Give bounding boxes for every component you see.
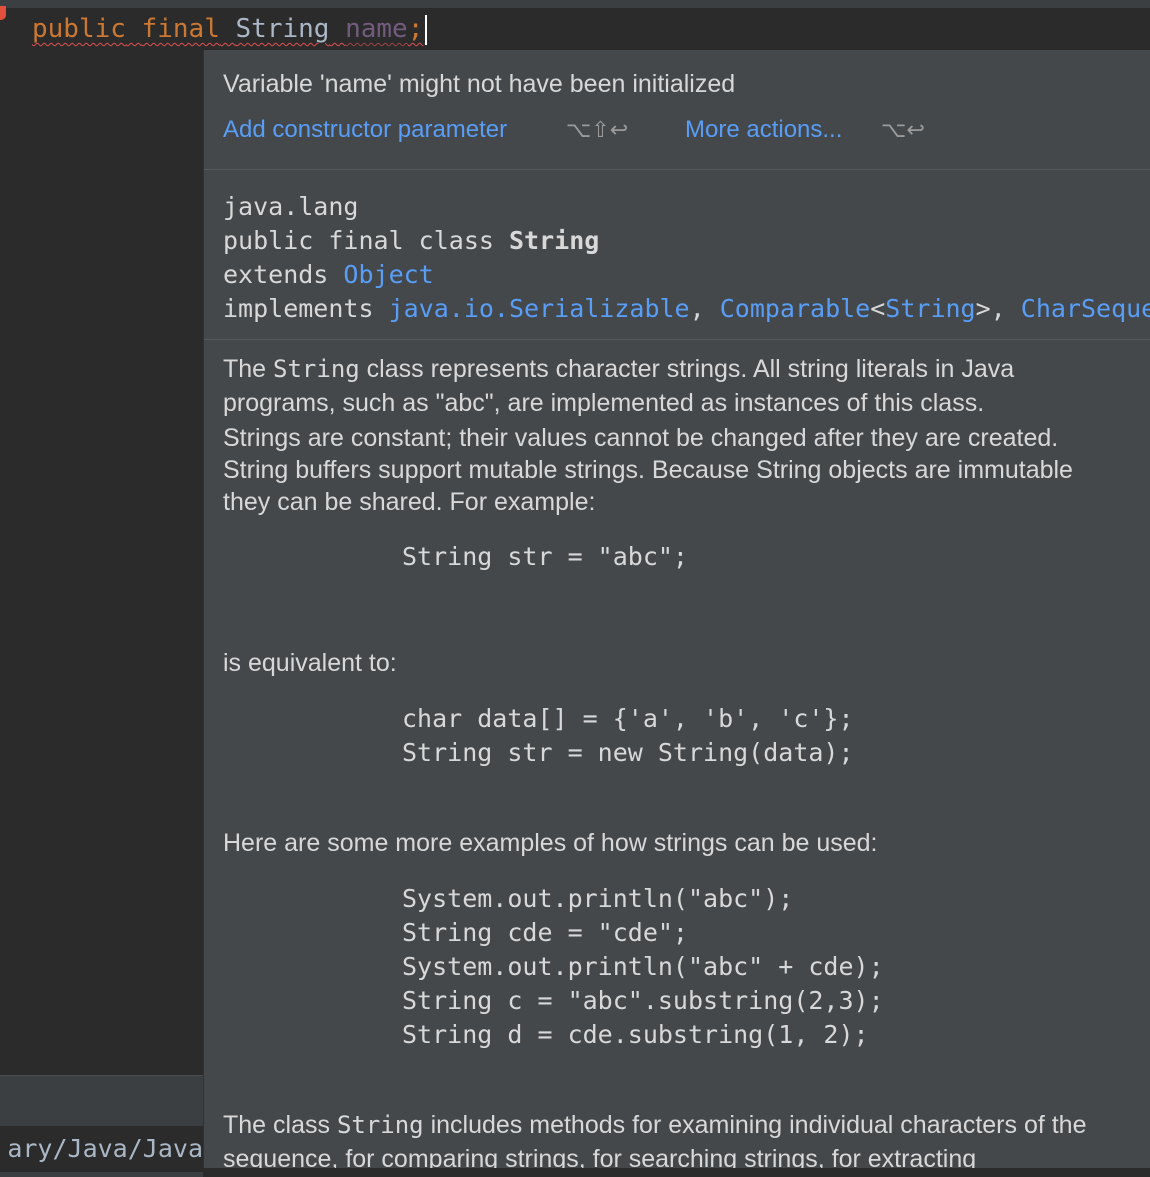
doc-text: class represents character strings. All … <box>359 355 1015 383</box>
doc-paragraph: The String class represents character st… <box>223 352 1150 386</box>
type-name: String <box>235 14 330 44</box>
superclass-link[interactable]: Object <box>343 260 433 289</box>
class-modifiers: public final class <box>223 226 509 255</box>
error-marker-icon[interactable] <box>0 6 6 20</box>
doc-line: sequence, for comparing strings, for sea… <box>223 1145 977 1168</box>
doc-line: is equivalent to: <box>223 649 397 677</box>
field-name: name <box>345 14 408 44</box>
code-line: char data[] = {'a', 'b', 'c'}; <box>402 704 854 733</box>
more-actions-link[interactable]: More actions... <box>685 116 842 144</box>
type-close: >, <box>975 294 1021 323</box>
code-example: char data[] = {'a', 'b', 'c'}; String st… <box>402 702 1150 770</box>
file-path-label: ary/Java/Java <box>0 1126 203 1172</box>
code-example: System.out.println("abc"); String cde = … <box>402 882 1150 1052</box>
doc-paragraph: The class String includes methods for ex… <box>223 1108 1150 1142</box>
text-caret <box>425 14 428 45</box>
code-line: System.out.println("abc" + cde); <box>402 952 884 981</box>
semicolon: ; <box>407 14 424 44</box>
separator: , <box>689 294 720 323</box>
doc-code-inline: String <box>273 355 360 383</box>
doc-line: programs, such as "abc", are implemented… <box>223 389 985 417</box>
add-constructor-parameter-link[interactable]: Add constructor parameter <box>223 116 507 144</box>
string-type-param-link[interactable]: String <box>885 294 975 323</box>
type-open: < <box>870 294 886 323</box>
code-text[interactable]: public final String name; <box>32 8 428 50</box>
editor-top-strip <box>0 0 1150 8</box>
code-line: String cde = "cde"; <box>402 918 688 947</box>
extends-keyword: extends <box>223 260 344 289</box>
code-line: String d = cde.substring(1, 2); <box>402 1020 869 1049</box>
doc-line: they can be shared. For example: <box>223 488 596 516</box>
serializable-link[interactable]: java.io.Serializable <box>389 294 690 323</box>
charsequence-link[interactable]: CharSequence <box>1021 294 1150 323</box>
doc-line: Strings are constant; their values canno… <box>223 424 1059 452</box>
documentation-body: The String class represents character st… <box>223 352 1150 1168</box>
class-declaration: java.lang public final class String exte… <box>223 190 1150 326</box>
doc-code-inline: String <box>336 1111 424 1139</box>
package-name: java.lang <box>223 192 359 221</box>
code-line: String str = "abc"; <box>402 542 688 571</box>
doc-text: The <box>223 355 274 383</box>
add-constructor-parameter-shortcut: ⌥⇧↩ <box>566 118 629 143</box>
doc-text: The class <box>223 1111 337 1139</box>
implements-keyword: implements <box>223 294 389 323</box>
divider <box>204 339 1150 340</box>
keyword-public: public <box>32 14 126 44</box>
inspection-header: Variable 'name' might not have been init… <box>204 50 1150 170</box>
quick-documentation-popup[interactable]: Variable 'name' might not have been init… <box>203 50 1150 1168</box>
keyword-final: final <box>141 14 220 44</box>
class-name: String <box>508 226 600 255</box>
doc-line: Here are some more examples of how strin… <box>223 829 878 857</box>
more-actions-shortcut: ⌥↩ <box>881 118 925 143</box>
code-line: String str = new String(data); <box>402 738 854 767</box>
doc-line: String buffers support mutable strings. … <box>223 456 1073 484</box>
code-example: String str = "abc"; <box>402 540 1150 574</box>
editor-code-line[interactable]: public final String name; <box>0 6 1150 50</box>
comparable-link[interactable]: Comparable <box>720 294 871 323</box>
doc-text: includes methods for examining individua… <box>423 1111 1087 1139</box>
code-line: String c = "abc".substring(2,3); <box>402 986 884 1015</box>
code-line: System.out.println("abc"); <box>402 884 794 913</box>
error-message: Variable 'name' might not have been init… <box>223 70 736 98</box>
